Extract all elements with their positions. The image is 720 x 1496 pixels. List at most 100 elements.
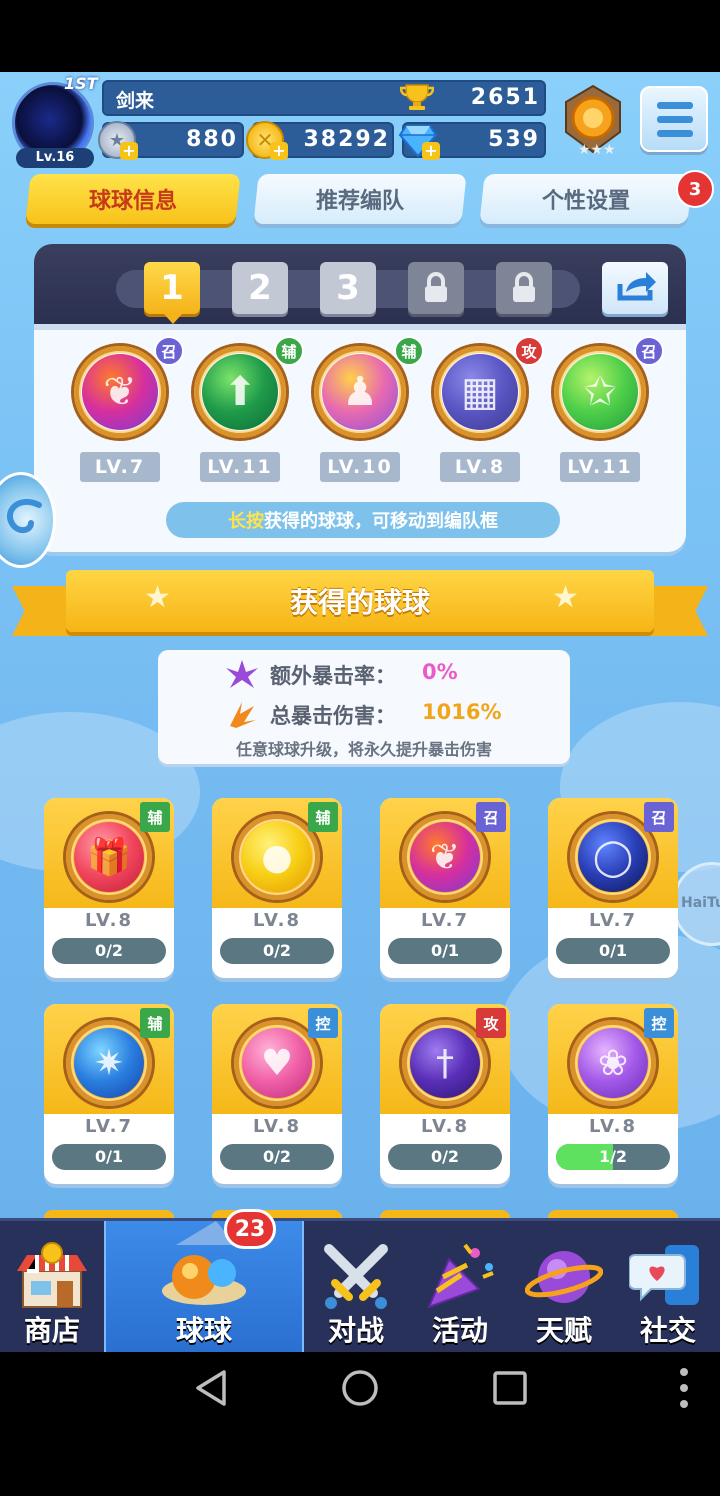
system-navigation-bar (0, 1352, 720, 1496)
tab-personal-settings[interactable]: 个性设置 (479, 174, 693, 224)
add-silver-button[interactable]: + (120, 142, 138, 160)
nav-label: 对战 (327, 1314, 384, 1347)
floating-assistant-label: HaiTu (681, 895, 720, 911)
phoenix-ball-icon: ❦ (82, 354, 158, 430)
piggy-ball-icon: ● (242, 822, 312, 892)
rank-medal-icon[interactable]: ★★★ (560, 82, 626, 162)
tab-ball-info[interactable]: 球球信息 (25, 174, 241, 224)
coin-count: 38292 (303, 127, 390, 152)
nav-events[interactable]: 活动 (408, 1221, 512, 1352)
ball-card[interactable]: ♥ 控 LV.8 0/2 (212, 1004, 342, 1184)
active-slot-pointer (164, 314, 182, 324)
recents-icon[interactable] (490, 1368, 530, 1408)
silver-count: 880 (186, 127, 238, 152)
sword-ball-icon: † (410, 1028, 480, 1098)
gift-ball-icon: 🎁 (74, 822, 144, 892)
menu-button[interactable] (640, 86, 708, 152)
star-icon: ★ (552, 580, 579, 615)
ball-card[interactable]: ● 辅 LV.8 0/2 (212, 798, 342, 978)
team-slot-3[interactable]: 3 (320, 262, 376, 314)
ball-card[interactable]: ◯ 召 LV.7 0/1 (548, 798, 678, 978)
ball-type-badge: 召 (476, 802, 506, 832)
ball-card[interactable]: ❦ 召 LV.7 0/1 (380, 798, 510, 978)
ball-type-badge: 召 (154, 336, 184, 366)
team-member-ball[interactable]: ❦ 召 LV.7 (72, 336, 184, 490)
nav-label: 活动 (431, 1314, 488, 1347)
upgrade-progress-bar: 0/1 (388, 938, 502, 964)
bottom-nav: 商店 23 球球 对战 活动 天赋 社交 (0, 1209, 720, 1352)
trophy-icon (399, 82, 435, 112)
progress-text: 1/2 (598, 1147, 628, 1166)
progress-text: 0/2 (262, 1147, 292, 1166)
ball-card[interactable]: † 攻 LV.8 0/2 (380, 1004, 510, 1184)
floating-assistant-button[interactable]: HaiTu (672, 862, 720, 946)
share-button[interactable] (602, 262, 668, 314)
crystal-ball-icon: ✷ (74, 1028, 144, 1098)
name-trophy-bar: 剑来 2651 (102, 80, 546, 116)
home-icon[interactable] (340, 1368, 380, 1408)
progress-text: 0/2 (430, 1147, 460, 1166)
crit-rate-icon (226, 660, 258, 688)
side-swirl-button[interactable] (0, 472, 56, 568)
section-title: 获得的球球 (289, 586, 430, 619)
add-coins-button[interactable]: + (270, 142, 288, 160)
nav-talent[interactable]: 天赋 (512, 1221, 616, 1352)
settings-notification-badge: 3 (676, 170, 714, 208)
ball-type-badge: 辅 (274, 336, 304, 366)
nav-social[interactable]: 社交 (616, 1221, 720, 1352)
trophy-count: 2651 (470, 85, 540, 110)
ball-level: LV.7 (85, 1116, 133, 1137)
crit-note: 任意球球升级，将永久提升暴击伤害 (235, 740, 492, 759)
extra-crit-value: 0% (422, 660, 458, 684)
team-panel: 1 2 3 ❦ 召 LV.7 ⬆ 辅 LV.11 ♟ 辅 LV.10 ▦ 攻 LV.8 ✩ 召 LV.11 … (34, 244, 686, 552)
crit-info-box: 额外暴击率： 0% 总暴击伤害： 1016% 任意球球升级，将永久提升暴击伤害 (158, 650, 570, 764)
star-icon: ★ (144, 580, 171, 615)
crit-damage-icon (226, 700, 258, 728)
team-member-ball[interactable]: ▦ 攻 LV.8 (432, 336, 544, 490)
team-slot-2[interactable]: 2 (232, 262, 288, 314)
ball-type-badge: 召 (634, 336, 664, 366)
crossed-swords-icon (324, 1244, 388, 1309)
tab-recommended-team[interactable]: 推荐编队 (253, 174, 467, 224)
team-slot-locked-4[interactable] (408, 262, 464, 314)
ball-card[interactable]: 🎁 辅 LV.8 0/2 (44, 798, 174, 978)
lock-icon (425, 272, 447, 302)
total-crit-value: 1016% (422, 700, 502, 724)
player-level: Lv.16 (16, 148, 94, 168)
ball-level: LV.8 (253, 1116, 301, 1137)
team-slot-locked-5[interactable] (496, 262, 552, 314)
ball-type-badge: 攻 (514, 336, 544, 366)
upgrade-progress-bar: 0/2 (388, 1144, 502, 1170)
lock-icon (513, 272, 535, 302)
ball-type-badge: 辅 (140, 802, 170, 832)
long-press-hint: 长按 获得的球球，可移动到编队框 (166, 502, 560, 538)
swirl-icon (7, 498, 42, 533)
player-avatar[interactable]: 1ST Lv.16 (6, 74, 100, 168)
team-slot-1[interactable]: 1 (144, 262, 200, 314)
extra-crit-label: 额外暴击率： (270, 664, 396, 688)
progress-text: 0/1 (94, 1147, 124, 1166)
team-member-ball[interactable]: ✩ 召 LV.11 (552, 336, 664, 490)
nav-balls[interactable]: 23 球球 (104, 1209, 304, 1352)
shop-icon (17, 1242, 87, 1308)
nav-label: 球球 (175, 1314, 232, 1347)
team-member-ball[interactable]: ⬆ 辅 LV.11 (192, 336, 304, 490)
ball-type-badge: 召 (644, 802, 674, 832)
heart-ball-icon: ♥ (242, 1028, 312, 1098)
pixel-ball-icon: ▦ (442, 354, 518, 430)
menu-icon (657, 102, 693, 109)
nav-battle[interactable]: 对战 (304, 1221, 408, 1352)
overflow-menu-icon[interactable] (674, 1366, 694, 1410)
player-name: 剑来 (116, 90, 155, 112)
upgrade-progress-bar: 0/2 (220, 938, 334, 964)
progress-text: 0/1 (430, 941, 460, 960)
ball-level: LV.8 (85, 910, 133, 931)
team-member-ball[interactable]: ♟ 辅 LV.10 (312, 336, 424, 490)
ball-level: LV.7 (421, 910, 469, 931)
upgrade-progress-bar: 0/2 (52, 938, 166, 964)
add-gems-button[interactable]: + (422, 142, 440, 160)
nav-shop[interactable]: 商店 (0, 1221, 104, 1352)
ball-card[interactable]: ✷ 辅 LV.7 0/1 (44, 1004, 174, 1184)
ball-card[interactable]: ❀ 控 LV.8 1/2 (548, 1004, 678, 1184)
back-icon[interactable] (192, 1368, 232, 1408)
